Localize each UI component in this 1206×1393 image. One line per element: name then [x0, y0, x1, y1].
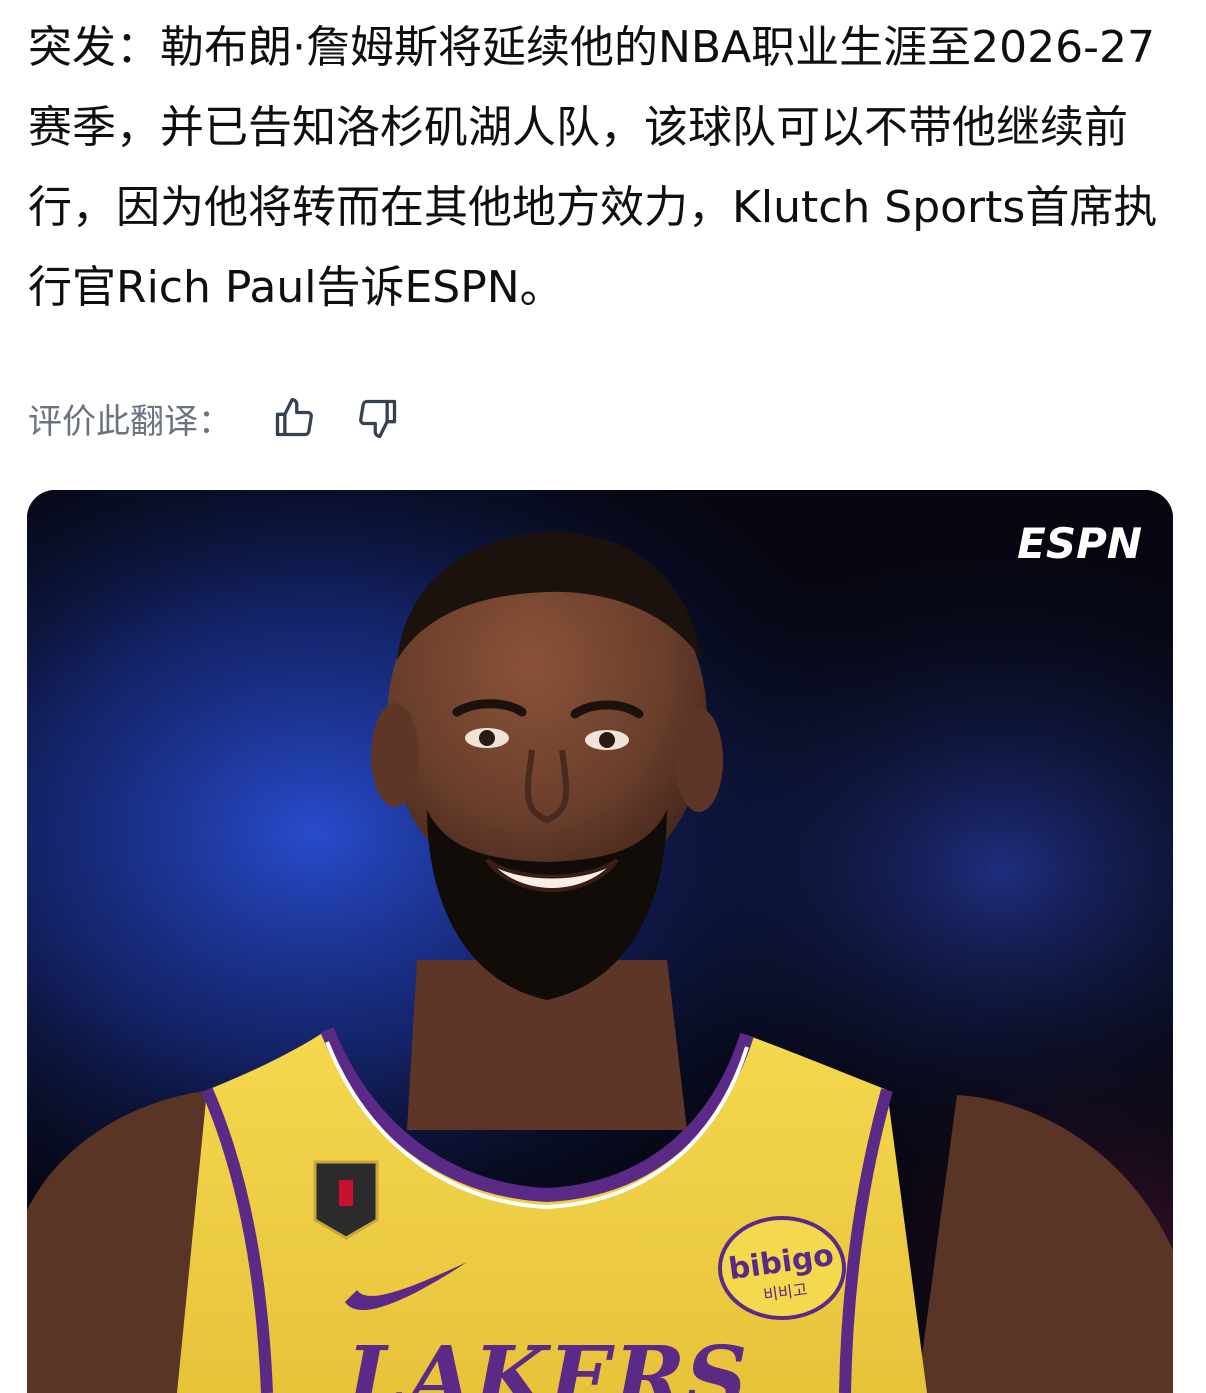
- player-photo: ESPN bibigo 비비고 LAKERS: [27, 490, 1173, 1393]
- thumbs-down-icon: [359, 399, 397, 438]
- post-text: 突发：勒布朗·詹姆斯将延续他的NBA职业生涯至2026-27赛季，并已告知洛杉矶…: [28, 22, 1158, 313]
- thumbs-down-button[interactable]: [352, 392, 404, 444]
- thumbs-up-icon: [275, 398, 313, 437]
- thumbs-up-button[interactable]: [268, 392, 320, 444]
- rating-label: 评价此翻译：: [28, 401, 232, 442]
- news-photo[interactable]: ESPN bibigo 비비고 LAKERS: [27, 490, 1173, 1393]
- league-patch: [313, 1160, 379, 1240]
- espn-watermark: ESPN: [1017, 519, 1142, 568]
- translation-rating-row: 评价此翻译：: [28, 388, 436, 448]
- lakers-wordmark: LAKERS: [343, 1328, 747, 1393]
- bibigo-patch: bibigo 비비고: [718, 1216, 846, 1320]
